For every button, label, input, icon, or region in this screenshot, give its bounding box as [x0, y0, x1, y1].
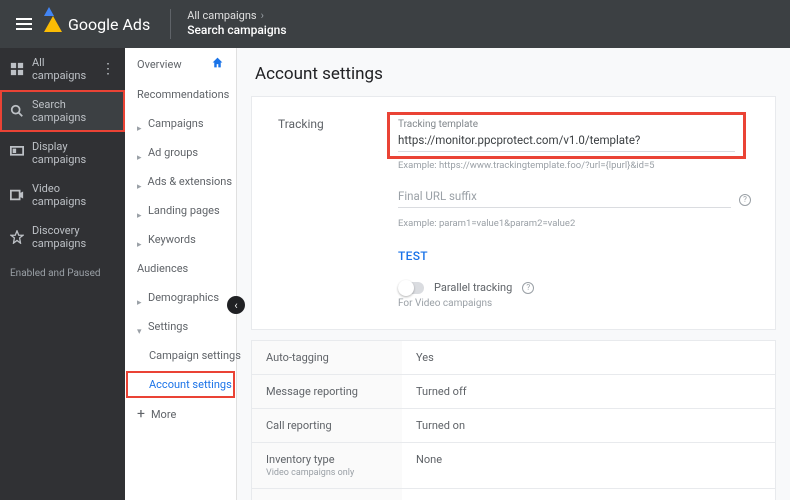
nav-label: More	[151, 408, 176, 421]
plus-icon: +	[137, 407, 145, 421]
breadcrumb[interactable]: All campaigns › Search campaigns	[170, 9, 286, 39]
test-button[interactable]: TEST	[398, 249, 428, 263]
page-sidebar: Overview Recommendations Campaigns Ad gr…	[125, 48, 237, 500]
table-row[interactable]: Inventory typeVideo campaigns only None	[252, 442, 775, 488]
nav-label: Landing pages	[148, 204, 220, 217]
parallel-tracking-toggle[interactable]	[398, 282, 424, 294]
nav-campaigns[interactable]: Campaigns	[125, 109, 236, 138]
section-label: Tracking	[278, 117, 358, 309]
nav-label: Campaign settings	[149, 349, 241, 362]
sidebar-item-label: Display campaigns	[32, 140, 115, 166]
breadcrumb-current: Search campaigns	[187, 23, 286, 37]
chevron-right-icon: ›	[261, 9, 264, 22]
setting-value: Turned on	[402, 409, 775, 442]
nav-ads-extensions[interactable]: Ads & extensions	[125, 167, 236, 196]
table-row[interactable]: Auto-tagging Yes	[252, 341, 775, 374]
brand-name: Google Ads	[68, 15, 150, 34]
sidebar-item-label: Discovery campaigns	[32, 224, 115, 250]
nav-settings[interactable]: Settings	[125, 312, 236, 341]
chevron-right-icon	[137, 237, 142, 242]
page-title: Account settings	[237, 48, 790, 96]
setting-value: Yes	[402, 341, 775, 374]
info-icon[interactable]: ?	[522, 282, 534, 294]
collapse-sidebar-button[interactable]: ‹	[227, 296, 245, 314]
setting-value: Sexually suggestive + 4 more	[402, 489, 775, 500]
brand-logo[interactable]: Google Ads	[44, 15, 150, 34]
search-icon	[10, 104, 24, 118]
star-icon	[10, 230, 24, 244]
nav-label: Ads & extensions	[148, 175, 233, 188]
tracking-template-field[interactable]: Tracking template https://monitor.ppcpro…	[392, 117, 741, 154]
kebab-icon[interactable]: ⋮	[101, 62, 115, 76]
chevron-right-icon	[137, 295, 142, 300]
setting-key: Message reporting	[252, 375, 402, 408]
info-icon[interactable]: ?	[739, 194, 751, 206]
nav-label: Account settings	[149, 378, 232, 391]
campaign-sidebar: All campaigns ⋮ Search campaigns Display…	[0, 48, 125, 500]
final-url-suffix-input[interactable]: Final URL suffix	[398, 187, 731, 208]
table-row[interactable]: Excluded contentAll campaigns except Dis…	[252, 488, 775, 500]
nav-keywords[interactable]: Keywords	[125, 225, 236, 254]
sidebar-item-all-campaigns[interactable]: All campaigns ⋮	[0, 48, 125, 90]
final-url-suffix-field[interactable]: Final URL suffix	[398, 187, 731, 208]
nav-label: Settings	[148, 320, 188, 333]
grid-icon	[10, 62, 24, 76]
chevron-down-icon	[137, 324, 142, 329]
tracking-template-input[interactable]: https://monitor.ppcprotect.com/v1.0/temp…	[398, 131, 735, 152]
setting-value: Turned off	[402, 375, 775, 408]
nav-recommendations[interactable]: Recommendations	[125, 80, 236, 109]
parallel-tracking-note: For Video campaigns	[398, 298, 751, 309]
ads-logo-icon	[44, 16, 62, 32]
sidebar-item-video-campaigns[interactable]: Video campaigns	[0, 174, 125, 216]
chevron-right-icon	[137, 179, 142, 184]
nav-campaign-settings[interactable]: Campaign settings	[125, 341, 236, 370]
nav-overview[interactable]: Overview	[125, 48, 236, 80]
nav-label: Overview	[137, 58, 182, 71]
final-url-suffix-example: Example: param1=value1&param2=value2	[398, 218, 751, 229]
tracking-template-example: Example: https://www.trackingtemplate.fo…	[398, 160, 751, 171]
nav-account-settings[interactable]: Account settings	[125, 370, 236, 399]
table-row[interactable]: Call reporting Turned on	[252, 408, 775, 442]
nav-label: Demographics	[148, 291, 219, 304]
chevron-right-icon	[137, 121, 142, 126]
sidebar-item-discovery-campaigns[interactable]: Discovery campaigns	[0, 216, 125, 258]
nav-label: Keywords	[148, 233, 196, 246]
setting-key: Call reporting	[252, 409, 402, 442]
menu-icon[interactable]	[8, 10, 40, 38]
setting-key: Excluded contentAll campaigns except Dis…	[252, 489, 402, 500]
nav-label: Campaigns	[148, 117, 204, 130]
main-content: Account settings Tracking Tracking templ…	[237, 48, 790, 500]
home-icon	[211, 56, 224, 72]
setting-key: Auto-tagging	[252, 341, 402, 374]
nav-demographics[interactable]: Demographics	[125, 283, 236, 312]
sidebar-item-label: Video campaigns	[32, 182, 115, 208]
tracking-card: Tracking Tracking template https://monit…	[251, 96, 776, 330]
chevron-right-icon	[137, 150, 142, 155]
nav-audiences[interactable]: Audiences	[125, 254, 236, 283]
display-icon	[10, 146, 24, 160]
parallel-tracking-label: Parallel tracking	[434, 281, 512, 294]
setting-key: Inventory typeVideo campaigns only	[252, 443, 402, 488]
breadcrumb-parent: All campaigns	[187, 9, 256, 22]
chevron-right-icon	[137, 208, 142, 213]
field-label: Tracking template	[398, 119, 735, 130]
sidebar-item-search-campaigns[interactable]: Search campaigns	[0, 90, 125, 132]
sidebar-item-label: All campaigns	[32, 56, 93, 82]
nav-landing-pages[interactable]: Landing pages	[125, 196, 236, 225]
nav-label: Recommendations	[137, 88, 229, 101]
nav-more[interactable]: + More	[125, 399, 236, 429]
status-filter-label: Enabled and Paused	[0, 258, 125, 289]
nav-label: Audiences	[137, 262, 188, 275]
table-row[interactable]: Message reporting Turned off	[252, 374, 775, 408]
setting-value: None	[402, 443, 775, 488]
nav-ad-groups[interactable]: Ad groups	[125, 138, 236, 167]
sidebar-item-display-campaigns[interactable]: Display campaigns	[0, 132, 125, 174]
video-icon	[10, 188, 24, 202]
sidebar-item-label: Search campaigns	[32, 98, 115, 124]
settings-table: Auto-tagging Yes Message reporting Turne…	[251, 340, 776, 500]
nav-label: Ad groups	[148, 146, 198, 159]
